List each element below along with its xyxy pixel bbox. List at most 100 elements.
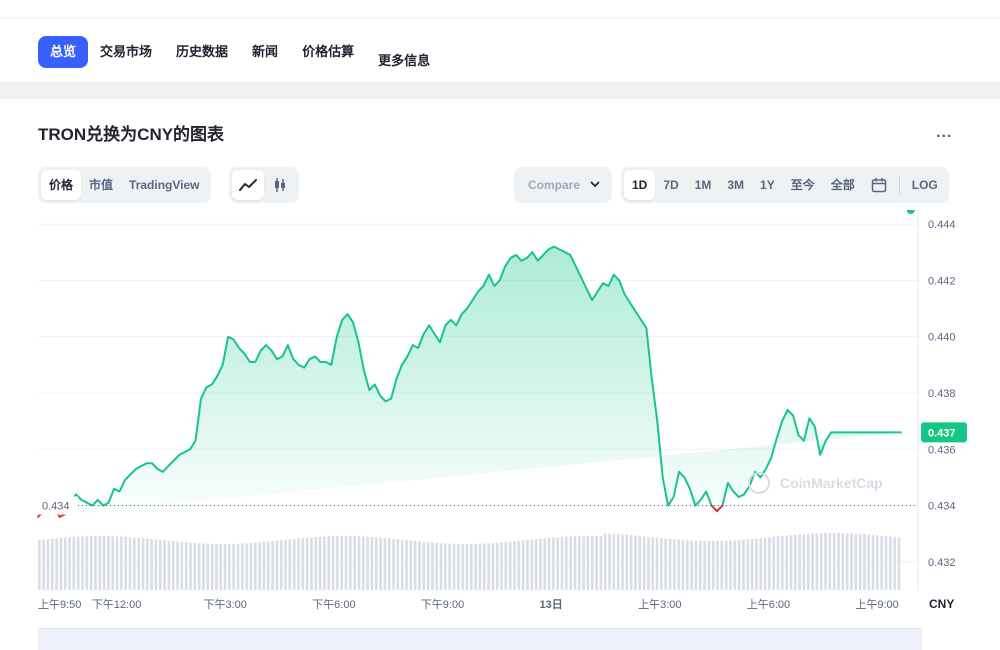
volume-bar: [197, 543, 201, 590]
volume-bar: [733, 540, 737, 590]
range-1d[interactable]: 1D: [624, 170, 656, 200]
volume-bar: [673, 539, 676, 590]
volume-bar: [802, 534, 806, 590]
y-tick-label: 0.438: [928, 388, 956, 400]
tab-overview[interactable]: 总览: [38, 36, 89, 68]
compare-dropdown[interactable]: Compare: [514, 167, 612, 203]
volume-bar: [76, 536, 80, 590]
chevron-down-icon: [590, 181, 600, 188]
volume-bar: [167, 540, 171, 590]
chart-title: TRON兑换为CNY的图表: [38, 125, 225, 144]
tab-tradingview[interactable]: TradingView: [121, 170, 207, 200]
volume-bar: [370, 536, 374, 590]
volume-bar: [465, 544, 469, 590]
volume-bar: [794, 534, 797, 590]
y-tick-label: 0.442: [928, 275, 956, 287]
volume-bar: [210, 543, 214, 590]
volume-bar: [284, 539, 287, 590]
volume-bar: [249, 542, 253, 590]
volume-bar: [824, 533, 827, 590]
volume-bar: [647, 536, 650, 590]
log-scale-toggle[interactable]: LOG: [904, 170, 946, 200]
volume-bar: [223, 543, 227, 590]
range-all[interactable]: 全部: [823, 170, 863, 200]
tab-market-cap[interactable]: 市值: [81, 170, 121, 200]
volume-bar: [595, 536, 598, 590]
volume-bar: [275, 540, 279, 590]
tab-historical-data[interactable]: 历史数据: [164, 36, 240, 68]
volume-bar: [111, 536, 115, 590]
volume-bar: [560, 536, 564, 590]
x-tick-label: 下午9:00: [421, 598, 464, 611]
volume-bar: [772, 536, 775, 590]
volume-bar: [651, 537, 655, 590]
volume-bar: [439, 543, 443, 590]
y-tick-label: 0.434: [928, 501, 956, 513]
candlestick-icon[interactable]: [264, 170, 296, 200]
volume-bar: [737, 540, 741, 590]
volume-bar: [720, 540, 724, 590]
volume-bar: [781, 535, 784, 590]
volume-bar: [431, 542, 434, 590]
volume-bar: [55, 538, 58, 590]
volume-bar: [698, 540, 702, 590]
tab-more-info[interactable]: 更多信息: [366, 45, 442, 77]
volume-bar: [262, 541, 266, 590]
volume-bar: [578, 536, 581, 590]
volume-bar: [396, 539, 400, 590]
volume-bar: [491, 543, 495, 590]
volume-bar: [513, 541, 516, 590]
volume-bar: [448, 543, 451, 590]
volume-bar: [845, 533, 849, 590]
tab-price-estimate[interactable]: 价格估算: [290, 36, 366, 68]
tab-markets[interactable]: 交易市场: [88, 36, 164, 68]
volume-bar: [707, 540, 711, 590]
y-tick-label: 0.444: [928, 219, 956, 231]
volume-bar: [137, 537, 140, 590]
volume-bar: [288, 539, 292, 590]
volume-bar: [565, 536, 568, 590]
volume-bar: [297, 538, 300, 590]
volume-bar: [357, 536, 361, 590]
price-chart[interactable]: CoinMarketCap 0.444 0.442 0.440 0.438 0.436 0…: [0, 210, 1000, 628]
volume-bar: [750, 538, 754, 590]
x-tick-label: 下午3:00: [204, 598, 247, 611]
volume-bar: [724, 540, 728, 590]
range-1m[interactable]: 1M: [687, 170, 720, 200]
volume-bar: [642, 536, 646, 590]
volume-bar: [850, 533, 853, 590]
x-tick-label: 上午9:00: [855, 598, 898, 611]
volume-bar: [599, 536, 603, 590]
line-chart-icon[interactable]: [232, 170, 264, 200]
range-ytd[interactable]: 至今: [783, 170, 823, 200]
volume-bar: [189, 542, 192, 590]
volume-bar: [59, 537, 63, 590]
calendar-icon[interactable]: [863, 170, 895, 200]
volume-bar: [435, 542, 439, 590]
volume-bar: [305, 537, 309, 590]
more-options-icon[interactable]: ...: [936, 124, 952, 142]
volume-bar: [655, 537, 659, 590]
section-divider-band: [0, 82, 1000, 99]
tab-news[interactable]: 新闻: [240, 36, 290, 68]
range-3m[interactable]: 3M: [719, 170, 752, 200]
volume-bar: [50, 538, 54, 590]
volume-bar: [755, 538, 758, 590]
volume-bar: [470, 543, 473, 590]
range-1y[interactable]: 1Y: [752, 170, 783, 200]
volume-bar: [141, 538, 145, 590]
volume-bar: [46, 539, 50, 590]
range-scrollbar[interactable]: [38, 628, 922, 650]
volume-bar: [569, 536, 572, 590]
volume-bar: [327, 536, 331, 590]
volume-bar: [482, 543, 486, 590]
tab-price[interactable]: 价格: [41, 170, 82, 200]
volume-bar: [785, 535, 788, 590]
volume-bar: [426, 542, 430, 590]
range-7d[interactable]: 7D: [655, 170, 686, 200]
volume-bar: [349, 536, 352, 590]
volume-bar: [677, 539, 680, 590]
volume-bar: [98, 536, 102, 590]
volume-bar: [759, 538, 763, 590]
volume-bar: [42, 539, 45, 590]
